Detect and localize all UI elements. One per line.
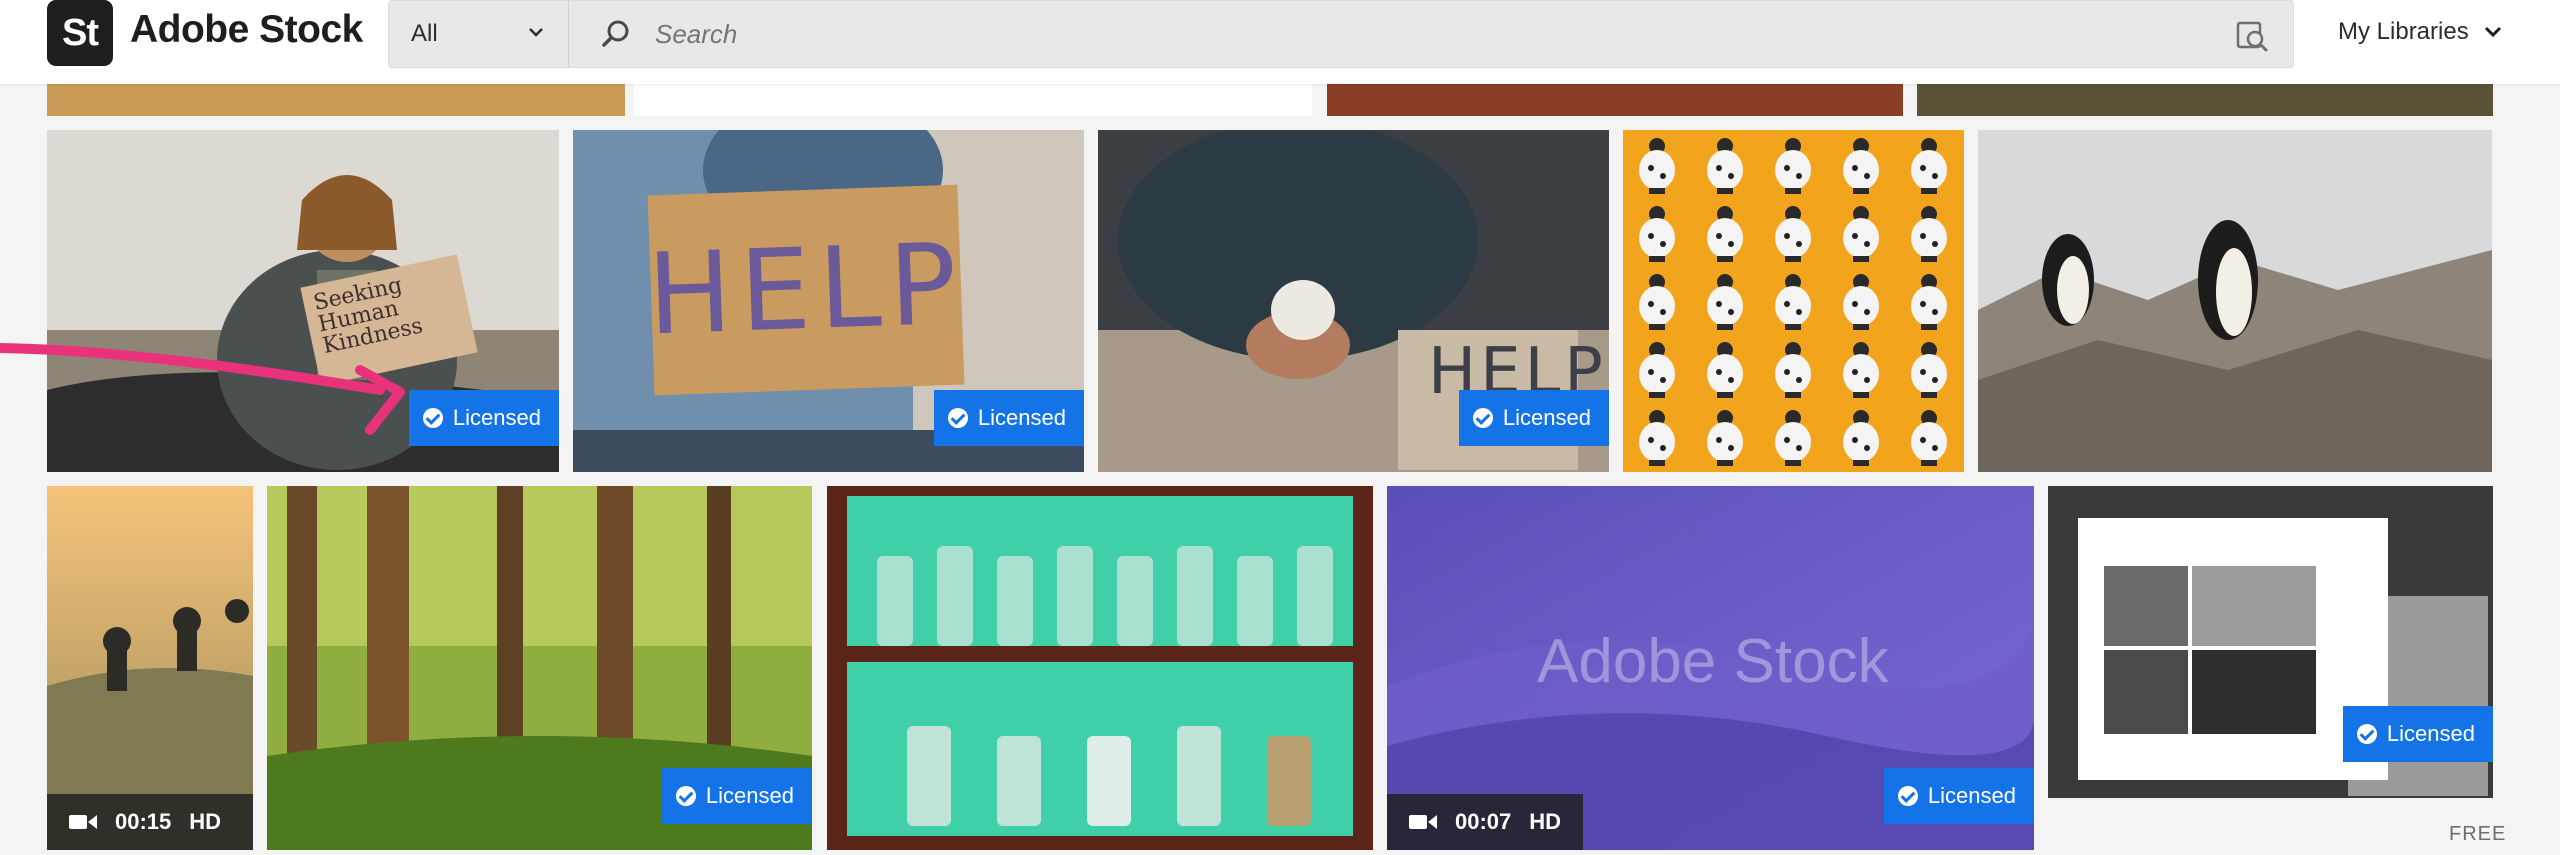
tile-eiffel-mockup[interactable]: Licensed <box>2048 486 2493 798</box>
video-info-bar: 00:15 HD <box>47 794 253 850</box>
licensed-label: Licensed <box>705 783 794 808</box>
tile-cyclists-video[interactable]: 00:15 HD <box>47 486 253 850</box>
video-duration: 00:15 <box>115 809 172 834</box>
search-scope-dropdown[interactable]: All <box>389 1 569 67</box>
chevron-down-icon <box>529 28 543 37</box>
tile-help-sign[interactable]: HELP Licensed <box>573 130 1084 472</box>
top-header: St Adobe Stock All My Libraries <box>0 0 2560 84</box>
pattern-image <box>1623 130 1964 472</box>
check-circle-icon <box>1897 786 1918 806</box>
search-bar: All <box>388 0 2294 68</box>
search-input[interactable] <box>655 11 2195 57</box>
tile-partial-1[interactable] <box>47 84 625 116</box>
video-info-bar: 00:07 HD <box>1387 794 1584 850</box>
penguins-image <box>1978 130 2492 472</box>
check-circle-icon <box>1472 408 1493 428</box>
licensed-badge: Licensed <box>661 768 812 824</box>
check-circle-icon <box>675 786 696 806</box>
video-camera-icon <box>69 815 97 829</box>
video-duration: 00:07 <box>1455 809 1512 834</box>
visual-search-icon[interactable] <box>2235 19 2269 53</box>
my-libraries-label: My Libraries <box>2338 18 2469 45</box>
licensed-badge: Licensed <box>2342 706 2493 762</box>
tile-forest[interactable]: Licensed <box>267 486 812 850</box>
check-circle-icon <box>2356 724 2377 744</box>
tile-partial-4[interactable] <box>1917 84 2493 116</box>
watermark-text: Adobe Stock <box>1537 627 1889 696</box>
brand-name[interactable]: Adobe Stock <box>130 8 363 52</box>
my-libraries-button[interactable]: My Libraries <box>2338 18 2503 46</box>
help-text: HELP <box>645 219 967 361</box>
free-label: FREE <box>2449 823 2507 845</box>
licensed-badge: Licensed <box>1458 390 1609 446</box>
tile-pattern[interactable] <box>1623 130 1964 472</box>
jars-image <box>827 486 1373 850</box>
chevron-down-icon <box>2484 26 2501 38</box>
licensed-badge: Licensed <box>933 390 1084 446</box>
licensed-label: Licensed <box>2386 721 2475 746</box>
check-circle-icon <box>947 408 968 428</box>
tile-purple-video[interactable]: Adobe Stock 00:07 HD Licensed <box>1387 486 2034 850</box>
licensed-label: Licensed <box>452 405 541 430</box>
tile-partial-3[interactable] <box>1327 84 1903 116</box>
licensed-label: Licensed <box>1502 405 1591 430</box>
video-camera-icon <box>1409 815 1437 829</box>
search-scope-value: All <box>411 20 438 47</box>
search-icon <box>602 20 629 47</box>
licensed-label: Licensed <box>1927 783 2016 808</box>
stock-results-page: Seeking Human Kindness Licensed HELP Lic… <box>0 0 2560 855</box>
logo-mark: St <box>62 11 99 54</box>
tile-partial-2[interactable] <box>634 84 1312 116</box>
tile-cup-help[interactable]: HELP Licensed <box>1098 130 1609 472</box>
video-quality: HD <box>189 809 222 834</box>
tile-jars[interactable] <box>827 486 1373 850</box>
licensed-label: Licensed <box>977 405 1066 430</box>
adobe-stock-logo[interactable]: St <box>47 0 113 66</box>
video-quality: HD <box>1529 809 1562 834</box>
annotation-arrow <box>0 343 405 435</box>
licensed-badge: Licensed <box>1883 768 2034 824</box>
tile-penguins[interactable] <box>1978 130 2492 472</box>
help-cardboard: HELP <box>645 184 967 396</box>
